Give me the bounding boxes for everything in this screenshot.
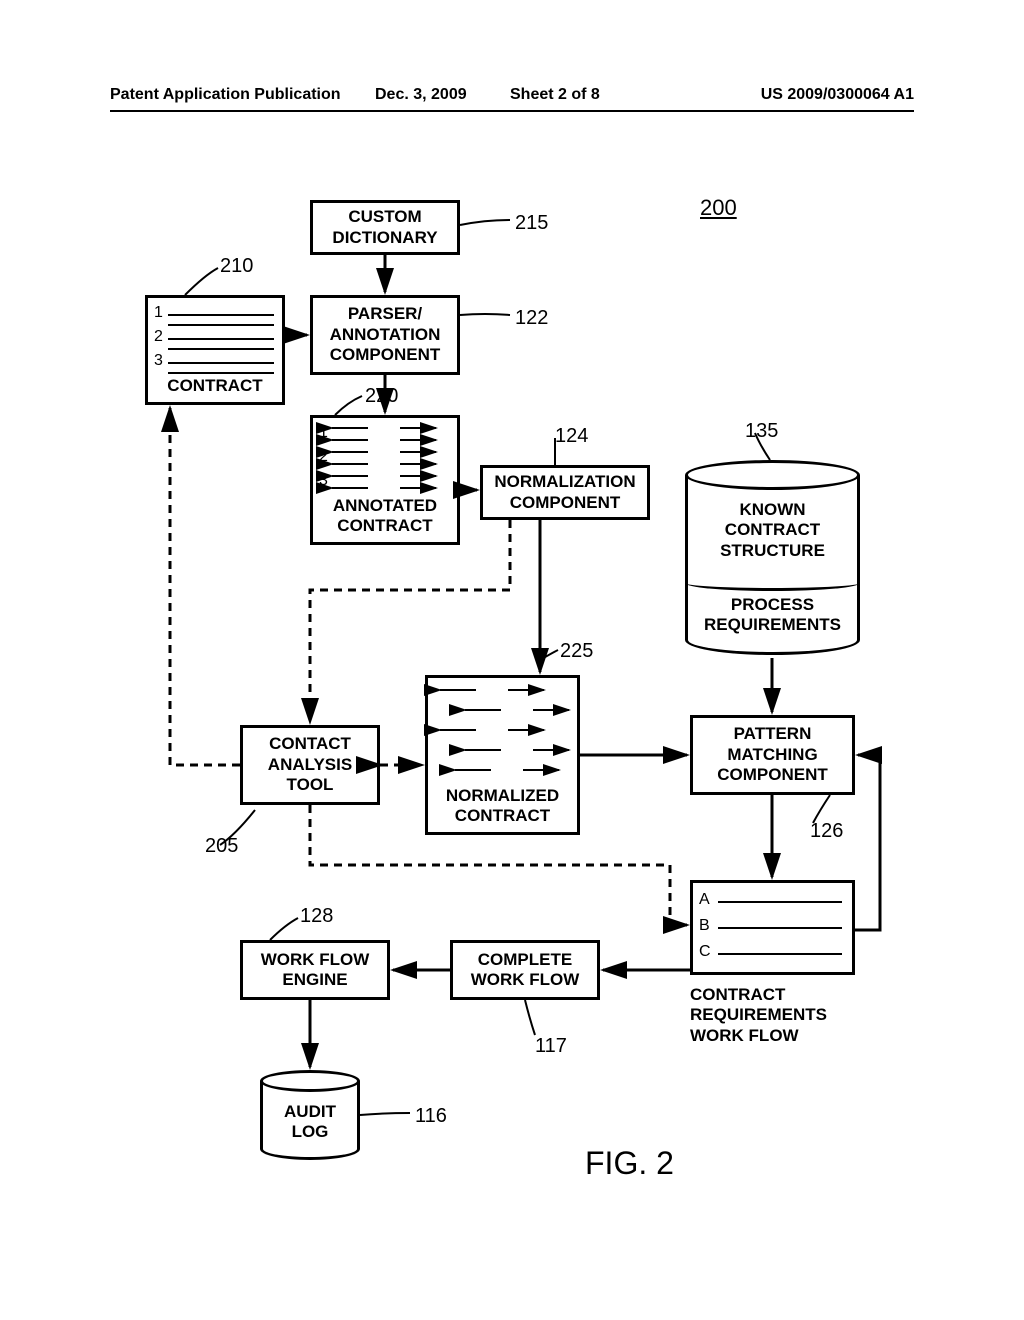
header-rule	[110, 110, 914, 112]
publication-date: Dec. 3, 2009	[375, 86, 467, 104]
publication-type: Patent Application Publication	[110, 86, 341, 104]
figure-2-diagram: CUSTOM DICTIONARY 215 1 2 3 CONTRACT 210…	[110, 170, 910, 1250]
page-header: Patent Application Publication Dec. 3, 2…	[0, 86, 1024, 104]
connector-arrows	[110, 170, 910, 1250]
publication-number: US 2009/0300064 A1	[761, 86, 914, 104]
sheet-number: Sheet 2 of 8	[510, 86, 600, 104]
